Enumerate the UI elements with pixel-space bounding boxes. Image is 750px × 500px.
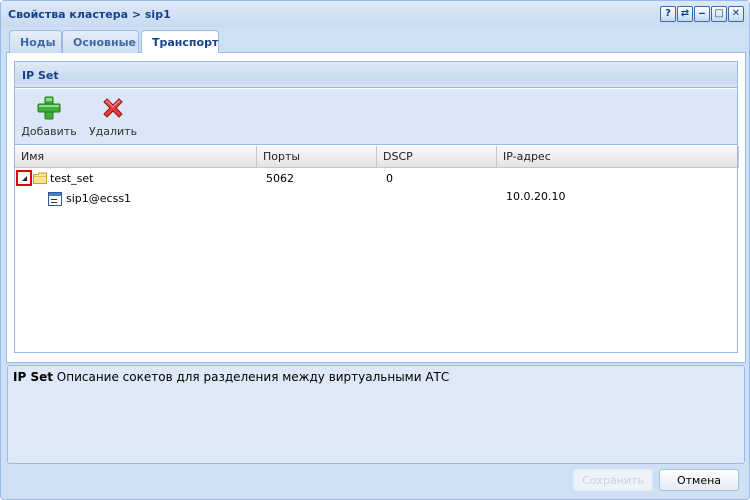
window-titlebar[interactable]: Свойства кластера > sip1 ? ⇄ ‒ □ ✕ — [1, 1, 749, 27]
ipset-title: IP Set — [22, 69, 59, 82]
close-icon[interactable]: ✕ — [728, 6, 744, 22]
row-dscp: 0 — [386, 172, 393, 185]
tab-strip: Ноды Основные Транспорт — [6, 27, 746, 54]
save-button[interactable]: Сохранить — [573, 469, 653, 491]
delete-button[interactable]: Удалить — [83, 93, 143, 141]
minimize-icon[interactable]: ‒ — [694, 6, 710, 22]
column-ports[interactable]: Порты — [257, 146, 377, 168]
tree-row[interactable]: test_set 5062 0 — [15, 169, 737, 189]
plus-icon — [37, 96, 61, 120]
row-ports: 5062 — [266, 172, 294, 185]
tree-row[interactable]: sip1@ecss1 10.0.20.10 — [15, 189, 737, 209]
collapse-arrow-icon[interactable] — [16, 170, 32, 186]
help-icon[interactable]: ? — [660, 6, 676, 22]
cluster-properties-window: Свойства кластера > sip1 ? ⇄ ‒ □ ✕ Ноды … — [0, 0, 750, 500]
folder-icon — [33, 172, 47, 184]
column-dscp[interactable]: DSCP — [377, 146, 497, 168]
row-name: test_set — [50, 172, 94, 185]
ipset-toolbar: Добавить Удалить — [15, 89, 737, 145]
cancel-button[interactable]: Отмена — [659, 469, 739, 491]
add-button[interactable]: Добавить — [20, 93, 78, 141]
ipset-panel: IP Set Добавить Удалить Имя Порты DSCP I… — [14, 61, 739, 353]
delete-button-label: Удалить — [88, 125, 138, 138]
tab-transport[interactable]: Транспорт — [141, 30, 219, 54]
tab-basic[interactable]: Основные — [62, 30, 139, 53]
column-ip[interactable]: IP-адрес — [497, 146, 739, 168]
window-tools: ? ⇄ ‒ □ ✕ — [660, 6, 744, 22]
row-ip: 10.0.20.10 — [506, 190, 566, 203]
description-text: Описание сокетов для разделения между ви… — [56, 370, 450, 384]
delete-x-icon — [103, 98, 123, 118]
maximize-icon[interactable]: □ — [711, 6, 727, 22]
add-button-label: Добавить — [21, 125, 77, 138]
window-title: Свойства кластера > sip1 — [8, 8, 171, 21]
ipset-header: IP Set — [15, 62, 737, 88]
tab-nodes[interactable]: Ноды — [9, 30, 62, 53]
refresh-icon[interactable]: ⇄ — [677, 6, 693, 22]
grid-header: Имя Порты DSCP IP-адрес — [15, 146, 739, 168]
row-name: sip1@ecss1 — [66, 192, 132, 205]
column-name[interactable]: Имя — [15, 146, 257, 168]
description-panel: IP Set Описание сокетов для разделения м… — [7, 365, 745, 464]
description-title: IP Set — [13, 370, 53, 384]
tab-body: IP Set Добавить Удалить Имя Порты DSCP I… — [6, 53, 746, 363]
node-icon — [48, 192, 62, 206]
